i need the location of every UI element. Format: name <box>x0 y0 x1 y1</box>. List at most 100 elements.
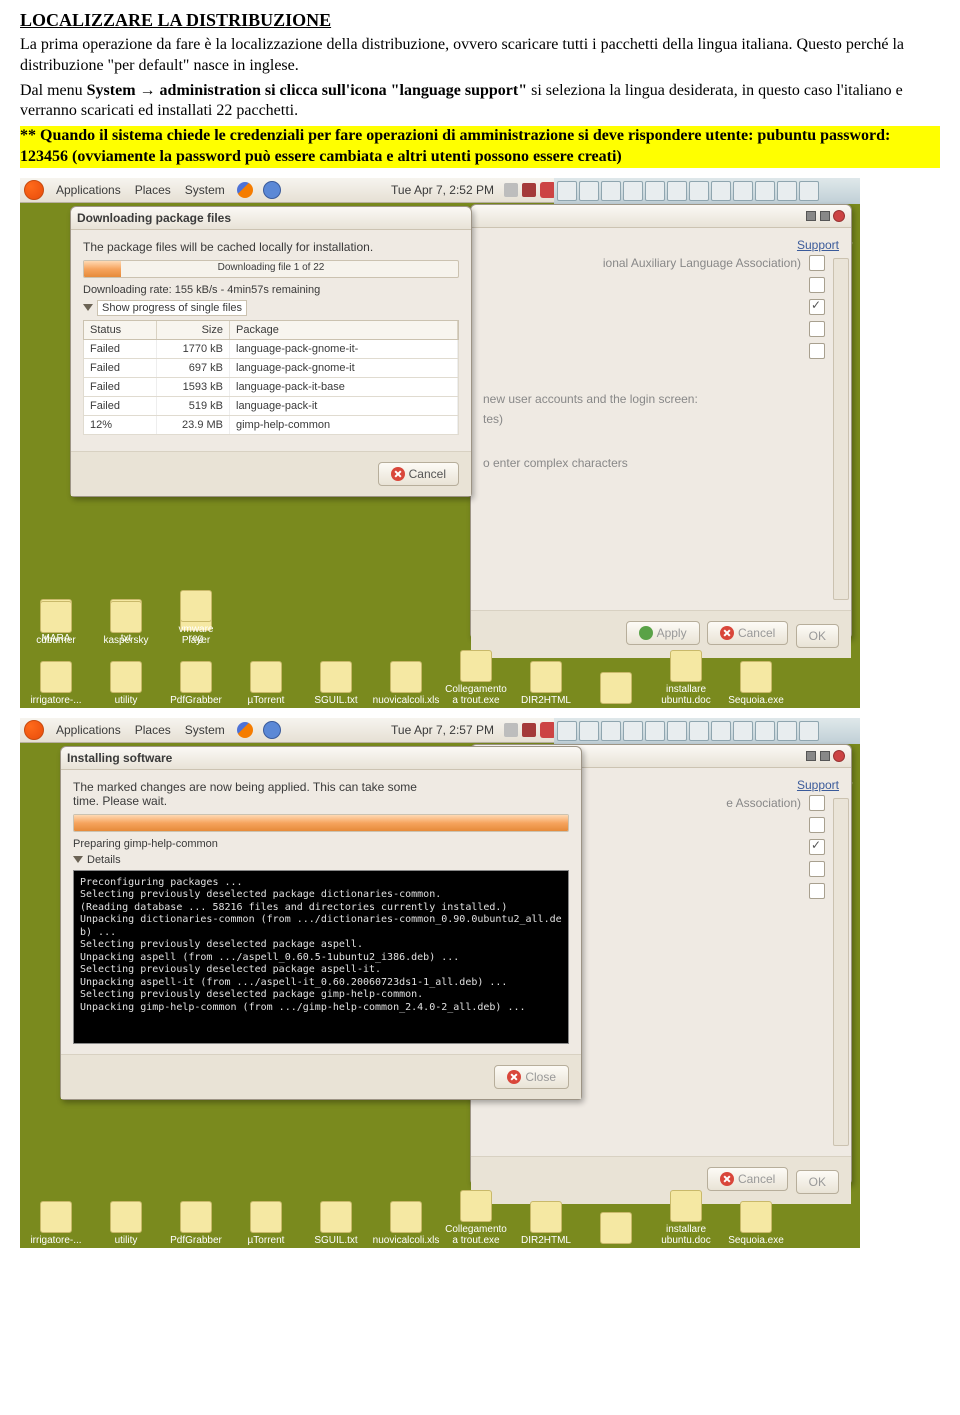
taskbar-btn[interactable] <box>733 181 753 201</box>
desktop-icon[interactable] <box>530 661 562 693</box>
show-progress-expander[interactable]: Show progress of single files <box>83 300 247 316</box>
doc-para1b: Dal menu System → administration si clic… <box>20 81 940 123</box>
lang-checkbox[interactable] <box>809 861 825 877</box>
scrollbar[interactable] <box>833 798 849 1146</box>
folder-icon[interactable] <box>110 601 142 633</box>
desktop-icon[interactable] <box>40 661 72 693</box>
menu-places[interactable]: Places <box>133 723 173 737</box>
lang-checkbox[interactable] <box>809 321 825 337</box>
taskbar-btn[interactable] <box>667 721 687 741</box>
details-expander[interactable]: Details <box>73 854 121 866</box>
lang-checkbox-checked[interactable] <box>809 299 825 315</box>
menu-applications[interactable]: Applications <box>54 723 123 737</box>
desktop-icon[interactable] <box>40 1201 72 1233</box>
volume-icon[interactable] <box>504 183 518 197</box>
table-row: Failed519 kBlanguage-pack-it <box>83 397 459 416</box>
taskbar-btn[interactable] <box>777 181 797 201</box>
minimize-icon[interactable] <box>806 211 816 221</box>
lang-checkbox[interactable] <box>809 817 825 833</box>
table-row: Failed1770 kBlanguage-pack-gnome-it- <box>83 340 459 359</box>
taskbar-btn[interactable] <box>557 181 577 201</box>
lang-hint: tes) <box>483 412 839 426</box>
taskbar-btn[interactable] <box>799 181 819 201</box>
desktop-icon[interactable] <box>320 1201 352 1233</box>
desktop-icon[interactable] <box>600 672 632 704</box>
support-link[interactable]: Support <box>483 238 839 252</box>
taskbar-btn[interactable] <box>579 181 599 201</box>
install-progress <box>73 814 569 832</box>
taskbar-btn[interactable] <box>777 721 797 741</box>
volume-icon[interactable] <box>504 723 518 737</box>
network-icon[interactable] <box>522 183 536 197</box>
taskbar-btn[interactable] <box>557 721 577 741</box>
taskbar-btn[interactable] <box>667 181 687 201</box>
taskbar-btn[interactable] <box>645 721 665 741</box>
desktop-icon[interactable] <box>670 650 702 682</box>
taskbar-btn[interactable] <box>645 181 665 201</box>
desktop-icon[interactable] <box>740 1201 772 1233</box>
taskbar-btn[interactable] <box>711 721 731 741</box>
desktop-icon[interactable] <box>250 1201 282 1233</box>
taskbar-btn[interactable] <box>623 181 643 201</box>
help-icon[interactable] <box>263 181 281 199</box>
desktop-icons-row: irrigatore-...utilityPdfGrabberµTorrentS… <box>26 1188 854 1246</box>
firefox-icon[interactable] <box>237 722 253 738</box>
menu-applications[interactable]: Applications <box>54 183 123 197</box>
taskbar-btn[interactable] <box>799 721 819 741</box>
desktop-icon[interactable] <box>460 1190 492 1222</box>
taskbar-btn[interactable] <box>579 721 599 741</box>
desktop-icon[interactable] <box>110 1201 142 1233</box>
desktop-icon[interactable] <box>670 1190 702 1222</box>
maximize-icon[interactable] <box>820 211 830 221</box>
desktop-icon[interactable] <box>530 1201 562 1233</box>
desktop-icon[interactable] <box>180 1201 212 1233</box>
app-icon[interactable] <box>180 590 212 622</box>
desktop-icon[interactable] <box>390 661 422 693</box>
taskbar-btn[interactable] <box>601 721 621 741</box>
lang-checkbox[interactable] <box>809 255 825 271</box>
menu-places[interactable]: Places <box>133 183 173 197</box>
ubuntu-top-panel: Applications Places System Tue Apr 7, 2:… <box>20 178 560 203</box>
lang-checkbox[interactable] <box>809 795 825 811</box>
installing-dialog: Installing software The marked changes a… <box>60 746 582 1100</box>
taskbar-btn[interactable] <box>733 721 753 741</box>
taskbar-btn[interactable] <box>689 721 709 741</box>
firefox-icon[interactable] <box>237 182 253 198</box>
desktop-icon[interactable] <box>110 661 142 693</box>
cancel-button[interactable]: Cancel <box>378 462 459 486</box>
chevron-down-icon <box>83 304 93 311</box>
menu-system[interactable]: System <box>183 183 227 197</box>
lang-checkbox[interactable] <box>809 277 825 293</box>
lang-checkbox-checked[interactable] <box>809 839 825 855</box>
cancel-icon <box>720 1172 734 1186</box>
close-icon[interactable] <box>833 750 845 762</box>
taskbar-btn[interactable] <box>623 721 643 741</box>
desktop-icon[interactable] <box>320 661 352 693</box>
doc-title: LOCALIZZARE LA DISTRIBUZIONE <box>20 10 940 31</box>
taskbar-btn[interactable] <box>711 181 731 201</box>
lang-checkbox[interactable] <box>809 883 825 899</box>
dialog-text: The package files will be cached locally… <box>83 240 459 254</box>
folder-icon[interactable] <box>40 601 72 633</box>
help-icon[interactable] <box>263 721 281 739</box>
taskbar-btn[interactable] <box>601 181 621 201</box>
desktop-icon[interactable] <box>600 1212 632 1244</box>
menu-system[interactable]: System <box>183 723 227 737</box>
network-icon[interactable] <box>522 723 536 737</box>
desktop-icon[interactable] <box>250 661 282 693</box>
desktop-icon[interactable] <box>390 1201 422 1233</box>
minimize-icon[interactable] <box>806 751 816 761</box>
download-rate: Downloading rate: 155 kB/s - 4min57s rem… <box>83 284 459 296</box>
taskbar-btn[interactable] <box>755 721 775 741</box>
desktop-icons-row2: irrigatore-...utilityPdfGrabberµTorrentS… <box>26 648 854 706</box>
taskbar-btn[interactable] <box>755 181 775 201</box>
maximize-icon[interactable] <box>820 751 830 761</box>
lang-checkbox[interactable] <box>809 343 825 359</box>
close-button[interactable]: Close <box>494 1065 569 1089</box>
close-icon[interactable] <box>833 210 845 222</box>
taskbar-btn[interactable] <box>689 181 709 201</box>
desktop-icon[interactable] <box>740 661 772 693</box>
desktop-icon[interactable] <box>180 661 212 693</box>
scrollbar[interactable] <box>833 258 849 600</box>
desktop-icon[interactable] <box>460 650 492 682</box>
